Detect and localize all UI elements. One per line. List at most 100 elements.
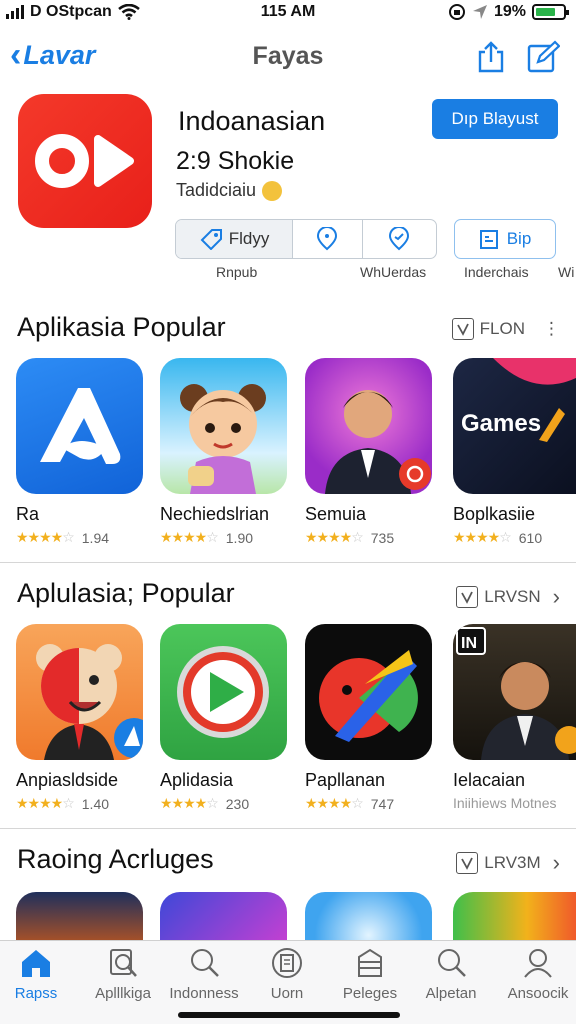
bip-label: Bip bbox=[506, 229, 532, 248]
sublabel-1: Rnpub bbox=[216, 264, 258, 280]
featured-app-icon[interactable] bbox=[18, 94, 152, 228]
bip-button[interactable]: Bip bbox=[454, 219, 556, 259]
cartoon-girl-icon bbox=[160, 358, 287, 494]
rating-count: 735 bbox=[370, 529, 395, 546]
bear-mascot-icon bbox=[16, 624, 143, 760]
section-more-label: LRV3M bbox=[484, 853, 541, 872]
app-tile[interactable]: Semuia ★★★★☆ 735 bbox=[305, 358, 437, 546]
tab-label: Rapss bbox=[14, 985, 58, 1002]
check-icon bbox=[456, 586, 479, 608]
rating-stars: ★★★★☆ bbox=[160, 529, 219, 545]
play-record-icon bbox=[35, 134, 134, 188]
section-more-label: FLON bbox=[479, 319, 525, 338]
tab-label: Aplllkiga bbox=[95, 985, 151, 1002]
rating-stars: ★★★★☆ bbox=[305, 795, 364, 811]
tab-aplllkiga[interactable]: Aplllkiga bbox=[83, 947, 163, 1002]
app-tile[interactable]: IN Ielacaian Iniihiews Motnes bbox=[453, 624, 576, 811]
rating-stars: ★★★★☆ bbox=[16, 529, 75, 545]
section-divider bbox=[0, 562, 576, 563]
segment-label: Fldyy bbox=[228, 229, 270, 248]
share-icon[interactable] bbox=[474, 40, 508, 74]
app-name: Boplkasiie bbox=[453, 504, 536, 524]
tab-indonness[interactable]: Indonness bbox=[164, 947, 244, 1002]
app-logo-icon bbox=[16, 358, 143, 494]
app-name: Semuia bbox=[305, 504, 367, 524]
app-tile[interactable]: Anpiasldside ★★★★☆ 1.40 bbox=[16, 624, 148, 812]
app-name: Ielacaian bbox=[453, 770, 526, 790]
check-icon bbox=[451, 318, 474, 340]
home-indicator bbox=[178, 1012, 400, 1018]
segment-location[interactable] bbox=[363, 220, 436, 258]
battery-icon bbox=[532, 4, 569, 20]
get-button[interactable]: Dıp Blayust bbox=[432, 99, 558, 139]
rotation-lock-icon bbox=[448, 4, 465, 20]
tab-alpetan[interactable]: Alpetan bbox=[411, 947, 491, 1002]
tab-label: Ansoocik bbox=[507, 985, 569, 1002]
search-icon bbox=[438, 949, 466, 977]
app-icon-partial[interactable] bbox=[16, 892, 143, 940]
app-icon-partial[interactable] bbox=[305, 892, 432, 940]
heart-pin-icon bbox=[317, 227, 338, 251]
rating-count: 230 bbox=[225, 795, 250, 812]
app-icon-partial[interactable] bbox=[453, 892, 576, 940]
rating-stars: ★★★★☆ bbox=[160, 795, 219, 811]
sublabel-4: Wi bbox=[558, 264, 575, 280]
sublabel-2: WhUerdas bbox=[360, 264, 427, 280]
app-name: Anpiasldside bbox=[16, 770, 119, 790]
section-divider bbox=[0, 828, 576, 829]
location-icon bbox=[472, 5, 487, 19]
tab-label: Peleges bbox=[342, 985, 398, 1002]
smile-icon bbox=[262, 180, 283, 201]
segment-favorite[interactable] bbox=[293, 220, 363, 258]
rating-count: 1.40 bbox=[81, 795, 110, 812]
tab-label: Indonness bbox=[169, 985, 239, 1002]
games-logo-icon: Games bbox=[453, 358, 576, 494]
app-tile[interactable]: Nechiedslrian ★★★★☆ 1.90 bbox=[160, 358, 292, 546]
app-name: Nechiedslrian bbox=[160, 504, 270, 524]
tab-uorn[interactable]: Uorn bbox=[247, 947, 327, 1002]
search-doc-icon bbox=[110, 949, 137, 977]
tab-label: Uorn bbox=[270, 985, 304, 1002]
check-icon bbox=[456, 852, 479, 874]
section-more-label: LRVSN bbox=[484, 587, 541, 606]
rating-stars: ★★★★☆ bbox=[453, 529, 512, 545]
app-tile[interactable]: Ra ★★★★☆ 1.94 bbox=[16, 358, 148, 546]
app-tile[interactable]: Papllanan ★★★★☆ 747 bbox=[305, 624, 437, 812]
app-tile[interactable]: Aplidasia ★★★★☆ 230 bbox=[160, 624, 292, 812]
rating-stars: ★★★★☆ bbox=[16, 795, 75, 811]
featured-app-name: Indoanasian bbox=[178, 106, 326, 136]
section-more-link[interactable]: LRVSN › bbox=[456, 584, 560, 610]
sublabel-3: Inderchais bbox=[464, 264, 529, 280]
tab-peleges[interactable]: Peleges bbox=[330, 947, 410, 1002]
rating-count: 1.94 bbox=[81, 529, 110, 546]
rating-count: 747 bbox=[370, 795, 395, 812]
section-more-link[interactable]: LRV3M › bbox=[456, 850, 560, 876]
app-name: Papllanan bbox=[305, 770, 386, 790]
app-tile[interactable]: Games Boplkasiie ★★★★☆ 610 bbox=[453, 358, 576, 546]
compose-icon[interactable] bbox=[526, 40, 560, 74]
app-icon-partial[interactable] bbox=[160, 892, 287, 940]
tab-ansoocik[interactable]: Ansoocik bbox=[498, 947, 576, 1002]
battery-percent: 19% bbox=[493, 3, 526, 20]
search-icon bbox=[191, 949, 219, 977]
app-name: Aplidasia bbox=[160, 770, 234, 790]
person-portrait-icon: IN bbox=[453, 624, 576, 760]
rating-stars: ★★★★☆ bbox=[305, 529, 364, 545]
pin-icon bbox=[389, 227, 410, 251]
colorful-pen-icon bbox=[305, 624, 432, 760]
tab-rapss[interactable]: Rapss bbox=[0, 947, 76, 1002]
chevron-right-icon: › bbox=[552, 584, 560, 609]
stack-icon bbox=[358, 948, 382, 977]
portrait-icon bbox=[305, 358, 432, 494]
app-name: Ra bbox=[16, 504, 40, 524]
segmented-control: Fldyy bbox=[175, 219, 437, 259]
tab-label: Alpetan bbox=[425, 985, 477, 1002]
section-title: Aplulasia; Popular bbox=[17, 578, 235, 608]
section-title: Aplikasia Popular bbox=[17, 312, 226, 342]
section-more-link[interactable]: FLON ⋮ bbox=[451, 318, 560, 340]
segment-fldyy[interactable]: Fldyy bbox=[176, 220, 294, 258]
rating-count: 610 bbox=[518, 529, 543, 546]
status-bar: D OStpcan 115 AM 19% bbox=[0, 0, 576, 24]
featured-app-developer[interactable]: Tadidciaiu bbox=[176, 180, 283, 201]
more-dots-icon: ⋮ bbox=[543, 319, 560, 338]
